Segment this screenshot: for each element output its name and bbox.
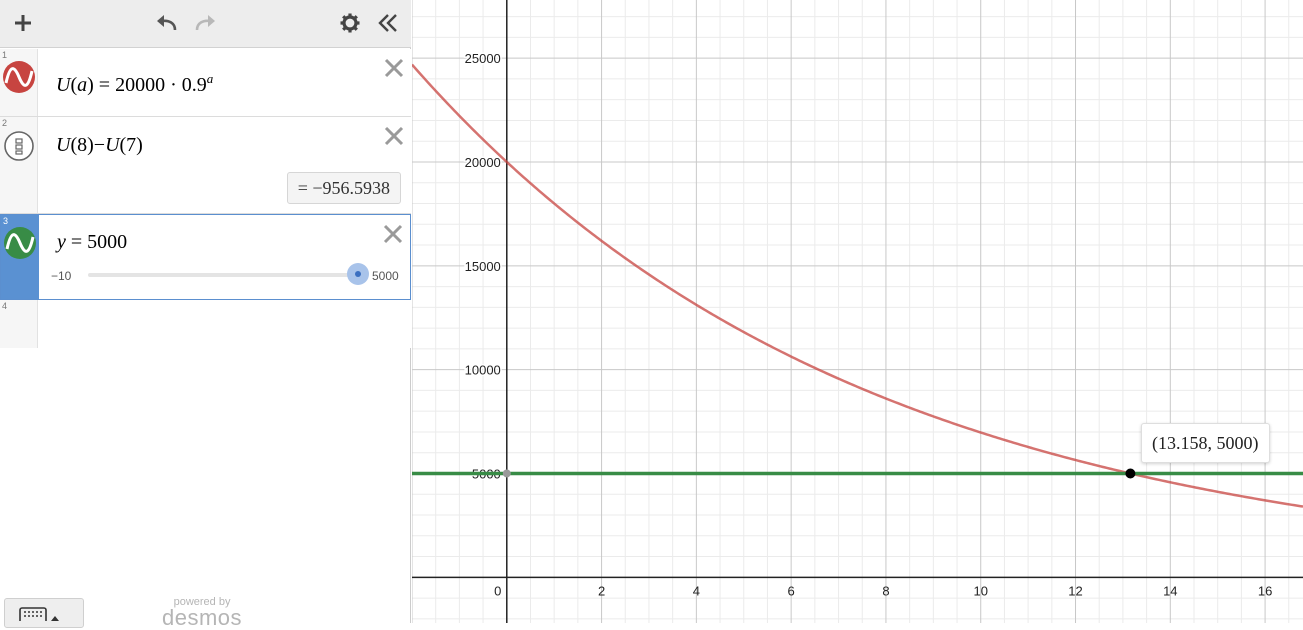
calculator-icon [4,131,34,161]
expression-number: 1 [2,50,8,60]
x-tick-label: 4 [693,583,700,598]
x-tick-label: 2 [598,583,605,598]
x-tick-label: 12 [1068,583,1082,598]
expression-number: 3 [3,216,9,226]
expression-toolbar [0,0,411,48]
slider-track[interactable] [88,273,358,277]
intersection-label: (13.158, 5000) [1141,423,1270,463]
x-tick-label: 10 [973,583,987,598]
expression-formula[interactable]: U(a) = 20000 · 0.9a [56,71,213,97]
y-tick-label: 15000 [465,259,501,274]
undo-icon [157,15,177,31]
double-chevron-left-icon [378,14,397,32]
y-intercept-point[interactable] [502,469,511,478]
y-tick-label: 20000 [465,155,501,170]
keyboard-toggle-button[interactable] [4,598,84,628]
redo-button[interactable] [190,0,220,46]
expression-formula[interactable]: U(8)−U(7) [56,134,143,157]
collapse-list-button[interactable] [374,0,402,46]
x-tick-label: 6 [788,583,795,598]
gear-icon [340,13,360,33]
add-expression-button[interactable] [8,0,38,46]
wave-icon[interactable] [3,61,35,93]
delete-expression-icon[interactable] [382,223,404,245]
expression-number: 4 [2,301,8,311]
expression-gutter: 3 [1,215,39,299]
graph-canvas[interactable]: 0246810121416500010000150002000025000 [412,0,1303,623]
undo-button[interactable] [152,0,182,46]
slider-handle[interactable] [347,263,369,285]
expression-row-4[interactable]: 4 [0,300,411,348]
expression-row-3[interactable]: 3 y = 5000 −10 5000 [0,214,411,300]
x-tick-label: 16 [1258,583,1272,598]
slider-min-label[interactable]: −10 [51,269,71,283]
expression-row-1[interactable]: 1 U(a) = 20000 · 0.9a [0,49,411,117]
settings-button[interactable] [336,0,364,46]
powered-by-desmos: powered by desmos [162,596,243,630]
x-tick-label: 8 [882,583,889,598]
y-tick-label: 25000 [465,51,501,66]
redo-icon [195,15,215,31]
plus-icon [15,15,31,31]
expression-panel: 1 U(a) = 20000 · 0.9a 2 U(8)−U(7) = −956… [0,0,411,629]
expression-number: 2 [2,118,8,128]
expression-gutter: 1 [0,49,38,116]
x-tick-label: 0 [494,583,501,598]
slider-max-label[interactable]: 5000 [372,269,399,283]
delete-expression-icon[interactable] [383,125,405,147]
expression-formula[interactable]: y = 5000 [57,231,127,254]
expression-gutter: 4 [0,300,38,348]
y-tick-label: 10000 [465,363,501,378]
evaluation-result: = −956.5938 [286,172,401,204]
delete-expression-icon[interactable] [383,57,405,79]
keyboard-icon [19,607,59,621]
expression-gutter: 2 [0,117,38,213]
wave-icon[interactable] [4,227,36,259]
intersection-point[interactable] [1125,468,1136,479]
expression-row-2[interactable]: 2 U(8)−U(7) = −956.5938 [0,117,411,214]
x-tick-label: 14 [1163,583,1177,598]
